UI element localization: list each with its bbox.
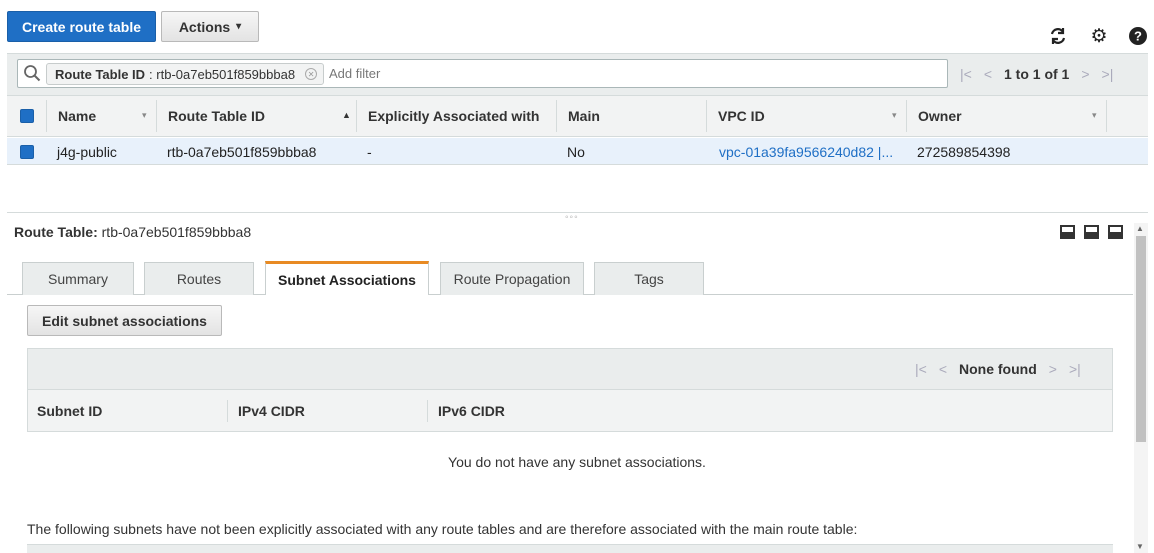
cell-explicit: -: [367, 144, 372, 160]
column-header-vpc-id[interactable]: VPC ID: [718, 108, 765, 124]
sort-icon[interactable]: ▾: [142, 110, 147, 121]
cell-name: j4g-public: [57, 144, 117, 160]
filter-token[interactable]: Route Table ID : rtb-0a7eb501f859bbba8 ✕: [46, 63, 325, 85]
column-header-ipv6-cidr[interactable]: IPv6 CIDR: [438, 403, 505, 419]
add-filter-placeholder[interactable]: Add filter: [329, 66, 380, 81]
tab-routes[interactable]: Routes: [144, 262, 254, 295]
sort-icon[interactable]: ▾: [892, 110, 897, 121]
column-header-owner[interactable]: Owner: [918, 108, 962, 124]
filter-token-value: : rtb-0a7eb501f859bbba8: [149, 66, 296, 82]
main-route-table-note: The following subnets have not been expl…: [27, 521, 858, 537]
help-icon[interactable]: ?: [1128, 26, 1148, 46]
svg-text:?: ?: [1134, 29, 1142, 44]
implicit-subnets-table: [27, 544, 1113, 553]
column-divider: [427, 400, 428, 422]
detail-title-value: rtb-0a7eb501f859bbba8: [101, 224, 252, 240]
actions-dropdown-button[interactable]: Actions ▾: [161, 11, 259, 42]
first-page-icon[interactable]: |<: [915, 361, 927, 377]
scroll-up-icon[interactable]: ▲: [1136, 224, 1144, 233]
detail-title: Route Table: rtb-0a7eb501f859bbba8: [14, 224, 251, 240]
vpc-id-link[interactable]: vpc-01a39fa9566240d82 |...: [719, 144, 893, 160]
tab-tags[interactable]: Tags: [594, 262, 704, 295]
column-divider: [46, 100, 47, 132]
gear-icon[interactable]: ⚙: [1089, 26, 1109, 47]
subnet-pager-text: None found: [959, 361, 1037, 377]
pane-bottom-icon[interactable]: [1060, 225, 1075, 239]
column-header-subnet-id[interactable]: Subnet ID: [37, 403, 102, 419]
next-page-icon[interactable]: >: [1081, 66, 1089, 82]
last-page-icon[interactable]: >|: [1102, 66, 1114, 82]
prev-page-icon[interactable]: <: [984, 66, 992, 82]
column-divider: [156, 100, 157, 132]
cell-main: No: [567, 144, 585, 160]
tab-route-propagation[interactable]: Route Propagation: [440, 262, 584, 295]
refresh-icon[interactable]: [1048, 26, 1068, 46]
column-header-ipv4-cidr[interactable]: IPv4 CIDR: [238, 403, 305, 419]
column-divider: [556, 100, 557, 132]
scrollbar-thumb[interactable]: [1136, 236, 1146, 442]
select-all-checkbox[interactable]: [20, 109, 34, 123]
column-divider: [706, 100, 707, 132]
edit-subnet-associations-button[interactable]: Edit subnet associations: [27, 305, 222, 336]
tab-summary[interactable]: Summary: [22, 262, 134, 295]
scroll-down-icon[interactable]: ▼: [1136, 542, 1144, 551]
sort-ascending-icon[interactable]: ▲: [342, 110, 351, 120]
create-route-table-button[interactable]: Create route table: [7, 11, 156, 42]
subnet-pager: |< < None found > >|: [915, 361, 1081, 377]
chevron-down-icon: ▾: [236, 21, 242, 32]
next-page-icon[interactable]: >: [1049, 361, 1057, 377]
subnet-table-header: [27, 390, 1113, 432]
filter-token-key: Route Table ID: [55, 66, 146, 82]
remove-filter-icon[interactable]: ✕: [305, 68, 318, 80]
cell-route-table-id: rtb-0a7eb501f859bbba8: [167, 144, 317, 160]
pane-middle-icon[interactable]: [1084, 225, 1099, 239]
empty-message: You do not have any subnet associations.: [448, 454, 706, 470]
column-header-route-table-id[interactable]: Route Table ID: [168, 108, 265, 124]
column-divider: [1106, 100, 1107, 132]
last-page-icon[interactable]: >|: [1069, 361, 1081, 377]
pager-text: 1 to 1 of 1: [1004, 66, 1070, 82]
column-divider: [356, 100, 357, 132]
column-divider: [906, 100, 907, 132]
tab-subnet-associations[interactable]: Subnet Associations: [265, 261, 429, 295]
prev-page-icon[interactable]: <: [939, 361, 947, 377]
grid-pager: |< < 1 to 1 of 1 > >|: [960, 66, 1113, 82]
column-header-name[interactable]: Name: [58, 108, 96, 124]
row-checkbox[interactable]: [20, 145, 34, 159]
sort-icon[interactable]: ▾: [1092, 110, 1097, 121]
actions-label: Actions: [178, 18, 231, 35]
search-icon: [23, 64, 41, 85]
cell-owner: 272589854398: [917, 144, 1011, 160]
drag-handle-icon[interactable]: ◦◦◦: [565, 212, 579, 223]
detail-title-label: Route Table:: [14, 224, 98, 240]
column-divider: [227, 400, 228, 422]
pane-top-icon[interactable]: [1108, 225, 1123, 239]
column-header-explicitly-associated[interactable]: Explicitly Associated with: [368, 108, 539, 124]
column-header-main[interactable]: Main: [568, 108, 600, 124]
first-page-icon[interactable]: |<: [960, 66, 972, 82]
